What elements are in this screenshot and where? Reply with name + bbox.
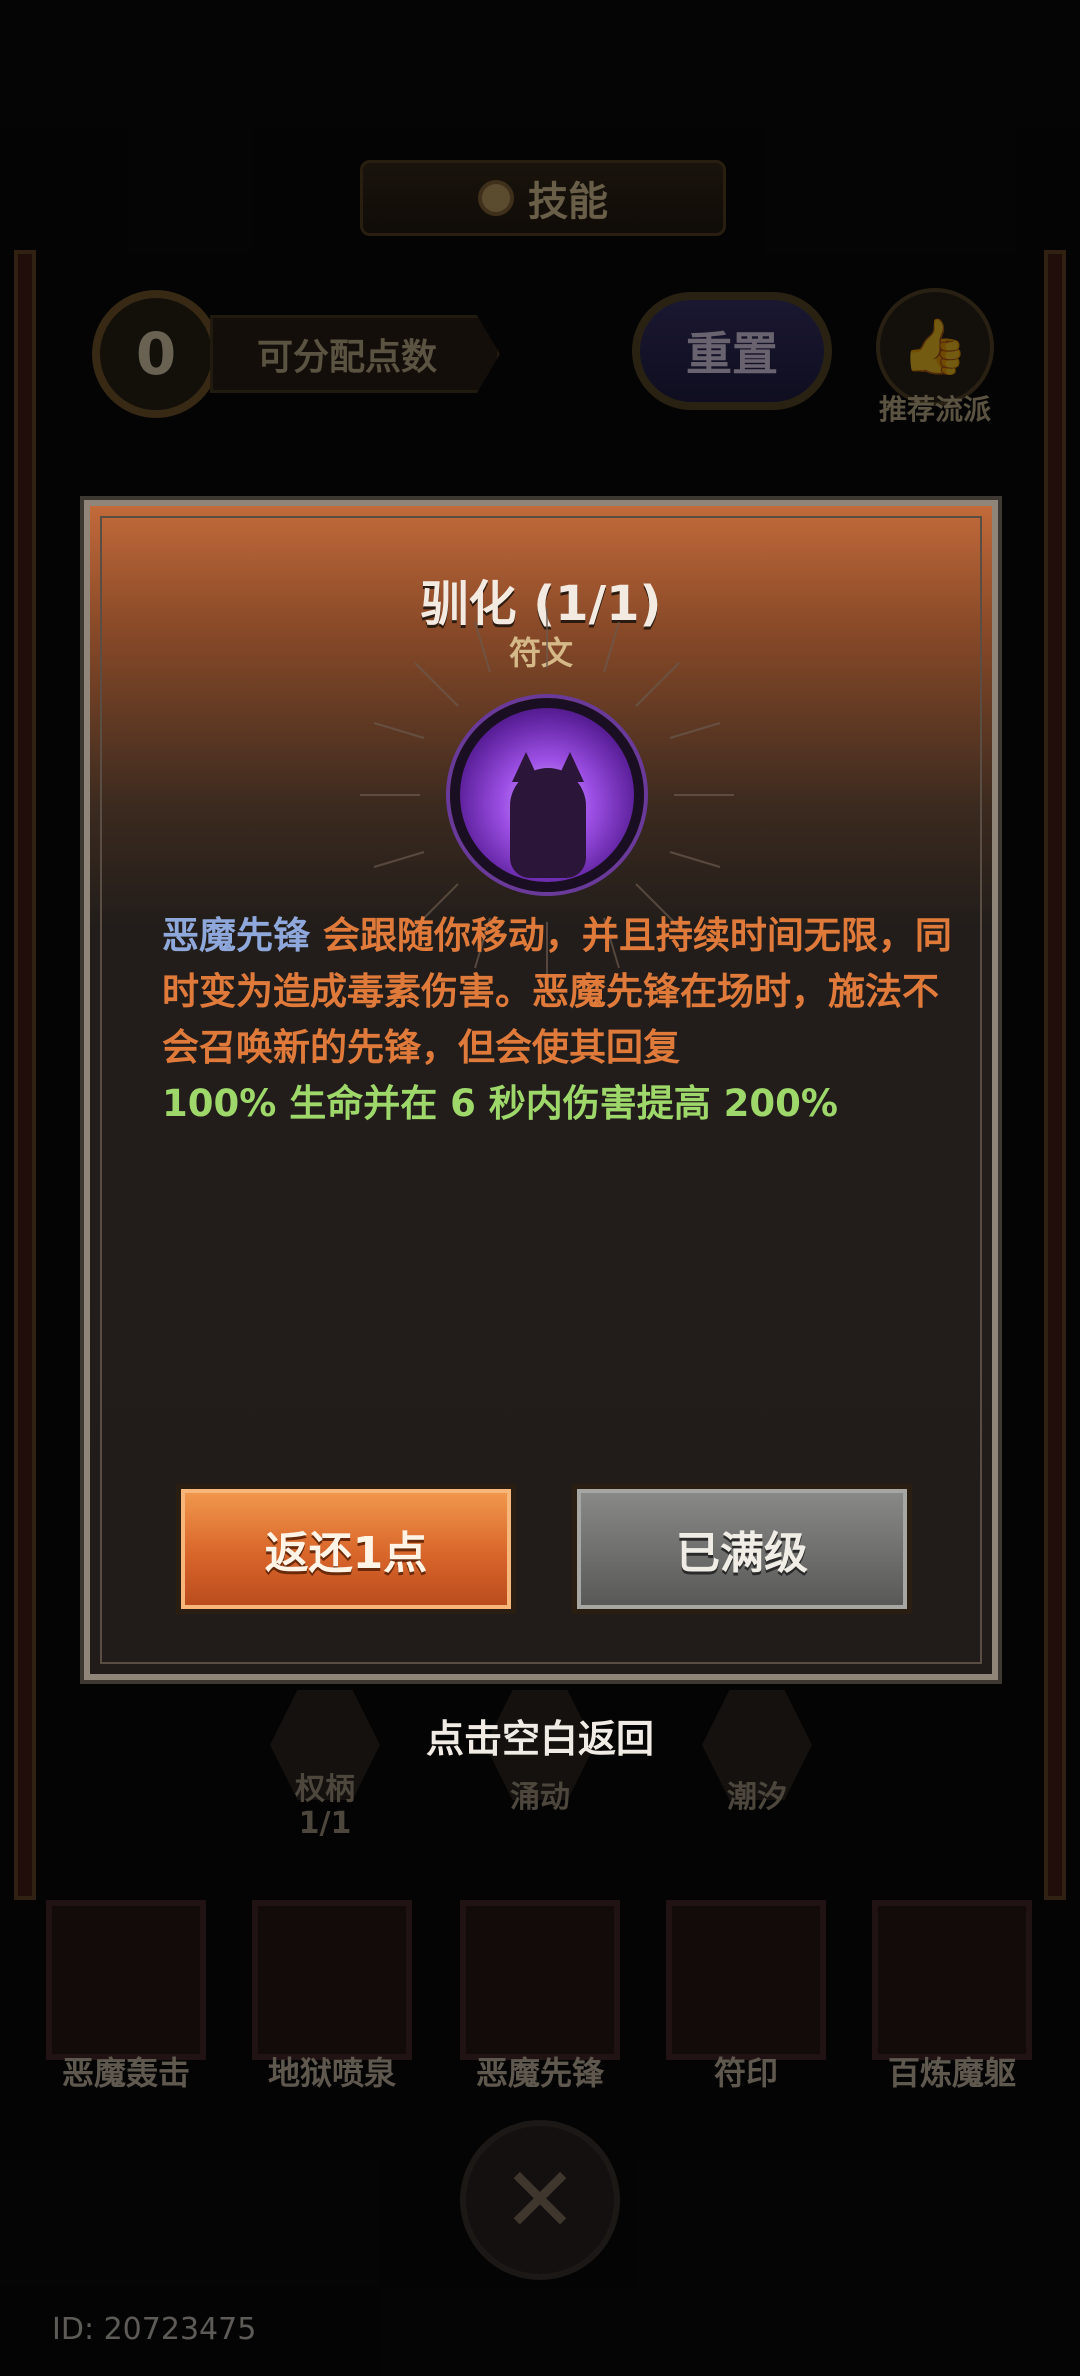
skill-slot-4[interactable] bbox=[666, 1900, 826, 2060]
screen-title: 技能 bbox=[528, 179, 608, 225]
skill-slot-3-label: 恶魔先锋 bbox=[475, 2054, 604, 2092]
tap-to-return-hint: 点击空白返回 bbox=[425, 1717, 654, 1761]
available-points-label: 可分配点数 bbox=[210, 315, 500, 393]
rune-detail-modal: 驯化 (1/1) 符文 恶魔先锋 会跟随你移动，并且持续时间无限，同时变为造成毒… bbox=[80, 496, 1002, 1684]
skill-slot-5-label: 百炼魔躯 bbox=[887, 2054, 1016, 2092]
recommend-build-label: 推荐流派 bbox=[878, 393, 991, 426]
tree-node-chaoxi-label: 潮汐 bbox=[727, 1780, 787, 1815]
purple-cat-rune-icon bbox=[450, 698, 644, 892]
skills-title-bar: 技能 bbox=[360, 160, 726, 236]
rune-description: 恶魔先锋 会跟随你移动，并且持续时间无限，同时变为造成毒素伤害。恶魔先锋在场时，… bbox=[162, 914, 952, 1125]
left-rail bbox=[14, 250, 36, 1900]
refund-point-button[interactable]: 返还1点 bbox=[176, 1484, 516, 1614]
skill-slot-2[interactable] bbox=[252, 1900, 412, 2060]
tree-node-quanbing-level: 1/1 bbox=[298, 1806, 352, 1841]
tree-node-quanbing-label: 权柄 bbox=[295, 1772, 355, 1807]
right-rail bbox=[1044, 250, 1066, 1900]
skill-slot-1-label: 恶魔轰击 bbox=[61, 2054, 190, 2092]
recommend-build-button[interactable]: 👍 推荐流派 bbox=[870, 288, 1000, 428]
available-points-value: 0 bbox=[92, 290, 220, 418]
skill-slot-3[interactable] bbox=[460, 1900, 620, 2060]
desc-keyword[interactable]: 恶魔先锋 bbox=[162, 914, 310, 957]
tree-node-yongdong-label: 涌动 bbox=[510, 1780, 570, 1815]
close-emblem-icon[interactable]: ✕ bbox=[460, 2120, 620, 2280]
skill-slot-2-label: 地狱喷泉 bbox=[267, 2054, 396, 2092]
cat-silhouette bbox=[510, 768, 586, 878]
skill-slot-5[interactable] bbox=[872, 1900, 1032, 2060]
skill-slot-1[interactable] bbox=[46, 1900, 206, 2060]
skill-emblem-icon bbox=[478, 180, 514, 216]
reset-button[interactable]: 重置 bbox=[632, 292, 832, 410]
skill-slot-4-label: 符印 bbox=[713, 2054, 778, 2092]
player-id: ID: 20723475 bbox=[52, 2312, 257, 2347]
maxed-level-button[interactable]: 已满级 bbox=[572, 1484, 912, 1614]
rune-icon-wrap bbox=[360, 608, 734, 982]
